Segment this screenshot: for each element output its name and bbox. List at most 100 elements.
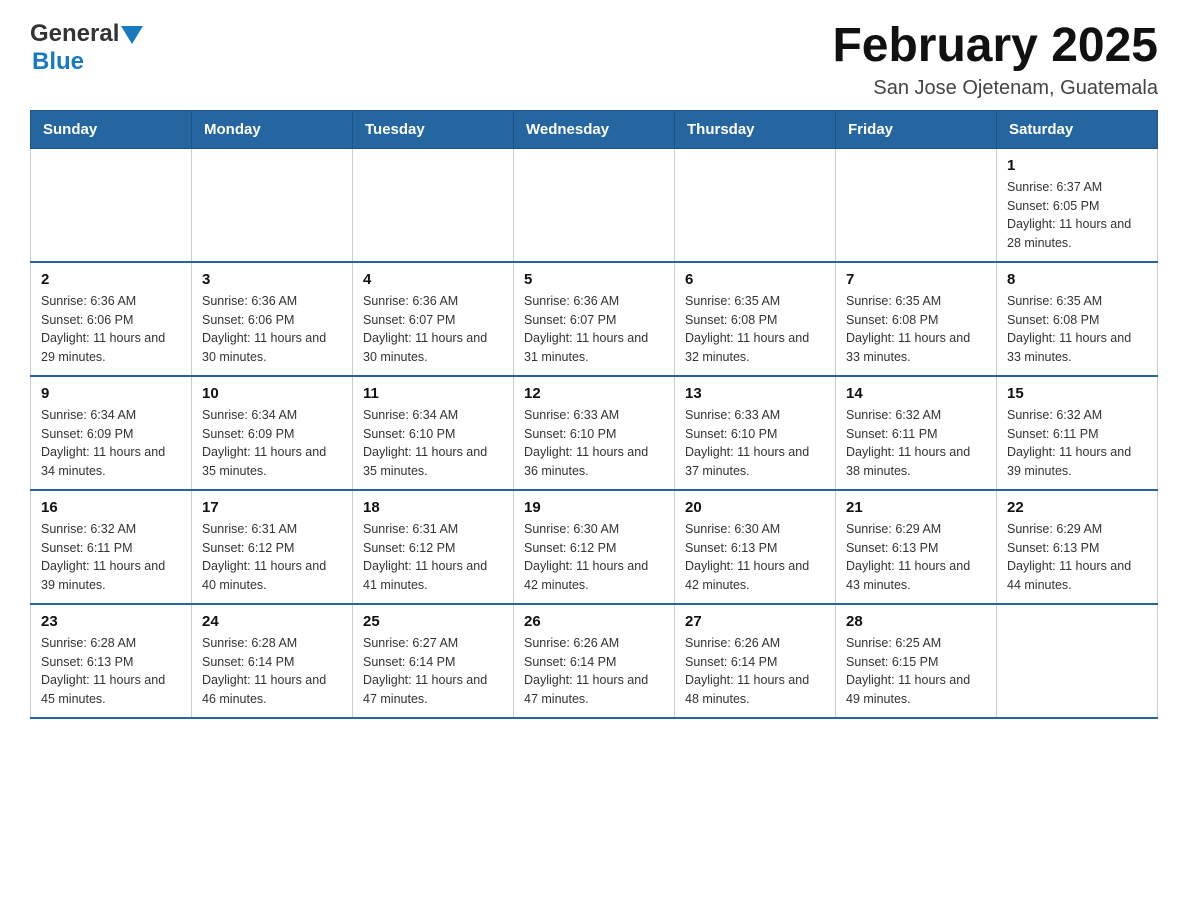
day-info: Sunrise: 6:33 AM Sunset: 6:10 PM Dayligh… xyxy=(524,406,664,481)
day-info: Sunrise: 6:31 AM Sunset: 6:12 PM Dayligh… xyxy=(202,520,342,595)
day-info: Sunrise: 6:34 AM Sunset: 6:09 PM Dayligh… xyxy=(202,406,342,481)
calendar-cell xyxy=(997,604,1158,718)
calendar-cell: 6 Sunrise: 6:35 AM Sunset: 6:08 PM Daylig… xyxy=(675,262,836,376)
calendar-cell: 23Sunrise: 6:28 AM Sunset: 6:13 PM Dayli… xyxy=(31,604,192,718)
day-info: Sunrise: 6:36 AM Sunset: 6:07 PM Dayligh… xyxy=(524,292,664,367)
header-thursday: Thursday xyxy=(675,110,836,148)
header-wednesday: Wednesday xyxy=(514,110,675,148)
calendar-cell xyxy=(675,148,836,262)
day-info: Sunrise: 6:32 AM Sunset: 6:11 PM Dayligh… xyxy=(846,406,986,481)
calendar-cell: 14 Sunrise: 6:32 AM Sunset: 6:11 PM Dayli… xyxy=(836,376,997,490)
day-info: Sunrise: 6:26 AM Sunset: 6:14 PM Dayligh… xyxy=(685,634,825,709)
calendar-cell xyxy=(192,148,353,262)
day-info: Sunrise: 6:26 AM Sunset: 6:14 PM Dayligh… xyxy=(524,634,664,709)
day-info: Sunrise: 6:30 AM Sunset: 6:13 PM Dayligh… xyxy=(685,520,825,595)
day-info: Sunrise: 6:29 AM Sunset: 6:13 PM Dayligh… xyxy=(846,520,986,595)
calendar-cell: 19Sunrise: 6:30 AM Sunset: 6:12 PM Dayli… xyxy=(514,490,675,604)
calendar-week-row: 1Sunrise: 6:37 AM Sunset: 6:05 PM Daylig… xyxy=(31,148,1158,262)
day-info: Sunrise: 6:32 AM Sunset: 6:11 PM Dayligh… xyxy=(1007,406,1147,481)
logo-general-text: General xyxy=(30,20,119,48)
calendar-subtitle: San Jose Ojetenam, Guatemala xyxy=(832,77,1158,100)
calendar-cell: 26 Sunrise: 6:26 AM Sunset: 6:14 PM Dayli… xyxy=(514,604,675,718)
calendar-cell xyxy=(31,148,192,262)
calendar-cell: 24Sunrise: 6:28 AM Sunset: 6:14 PM Dayli… xyxy=(192,604,353,718)
calendar-cell: 10 Sunrise: 6:34 AM Sunset: 6:09 PM Dayli… xyxy=(192,376,353,490)
day-number: 7 xyxy=(846,271,986,288)
calendar-cell: 2Sunrise: 6:36 AM Sunset: 6:06 PM Daylig… xyxy=(31,262,192,376)
day-info: Sunrise: 6:35 AM Sunset: 6:08 PM Dayligh… xyxy=(846,292,986,367)
day-number: 20 xyxy=(685,499,825,516)
day-number: 4 xyxy=(363,271,503,288)
calendar-week-row: 9 Sunrise: 6:34 AM Sunset: 6:09 PM Daylig… xyxy=(31,376,1158,490)
day-info: Sunrise: 6:34 AM Sunset: 6:10 PM Dayligh… xyxy=(363,406,503,481)
day-info: Sunrise: 6:36 AM Sunset: 6:07 PM Dayligh… xyxy=(363,292,503,367)
calendar-week-row: 23Sunrise: 6:28 AM Sunset: 6:13 PM Dayli… xyxy=(31,604,1158,718)
day-info: Sunrise: 6:32 AM Sunset: 6:11 PM Dayligh… xyxy=(41,520,181,595)
day-number: 11 xyxy=(363,385,503,402)
calendar-cell: 8 Sunrise: 6:35 AM Sunset: 6:08 PM Daylig… xyxy=(997,262,1158,376)
day-info: Sunrise: 6:25 AM Sunset: 6:15 PM Dayligh… xyxy=(846,634,986,709)
calendar-cell: 13 Sunrise: 6:33 AM Sunset: 6:10 PM Dayli… xyxy=(675,376,836,490)
calendar-cell: 27 Sunrise: 6:26 AM Sunset: 6:14 PM Dayli… xyxy=(675,604,836,718)
day-number: 15 xyxy=(1007,385,1147,402)
calendar-week-row: 2Sunrise: 6:36 AM Sunset: 6:06 PM Daylig… xyxy=(31,262,1158,376)
calendar-table: Sunday Monday Tuesday Wednesday Thursday… xyxy=(30,110,1158,719)
day-number: 18 xyxy=(363,499,503,516)
calendar-title: February 2025 xyxy=(832,20,1158,73)
calendar-cell: 11 Sunrise: 6:34 AM Sunset: 6:10 PM Dayli… xyxy=(353,376,514,490)
calendar-cell: 9 Sunrise: 6:34 AM Sunset: 6:09 PM Daylig… xyxy=(31,376,192,490)
calendar-cell: 22Sunrise: 6:29 AM Sunset: 6:13 PM Dayli… xyxy=(997,490,1158,604)
calendar-cell: 28 Sunrise: 6:25 AM Sunset: 6:15 PM Dayli… xyxy=(836,604,997,718)
day-info: Sunrise: 6:36 AM Sunset: 6:06 PM Dayligh… xyxy=(41,292,181,367)
day-number: 5 xyxy=(524,271,664,288)
day-number: 27 xyxy=(685,613,825,630)
calendar-cell: 17 Sunrise: 6:31 AM Sunset: 6:12 PM Dayli… xyxy=(192,490,353,604)
calendar-body: 1Sunrise: 6:37 AM Sunset: 6:05 PM Daylig… xyxy=(31,148,1158,718)
day-number: 10 xyxy=(202,385,342,402)
calendar-cell xyxy=(836,148,997,262)
logo-blue-text: Blue xyxy=(32,48,84,75)
calendar-cell: 1Sunrise: 6:37 AM Sunset: 6:05 PM Daylig… xyxy=(997,148,1158,262)
day-info: Sunrise: 6:36 AM Sunset: 6:06 PM Dayligh… xyxy=(202,292,342,367)
calendar-cell: 16Sunrise: 6:32 AM Sunset: 6:11 PM Dayli… xyxy=(31,490,192,604)
day-number: 19 xyxy=(524,499,664,516)
day-number: 26 xyxy=(524,613,664,630)
day-info: Sunrise: 6:34 AM Sunset: 6:09 PM Dayligh… xyxy=(41,406,181,481)
logo-triangle-icon xyxy=(121,26,143,44)
day-info: Sunrise: 6:37 AM Sunset: 6:05 PM Dayligh… xyxy=(1007,178,1147,253)
calendar-cell: 25 Sunrise: 6:27 AM Sunset: 6:14 PM Dayli… xyxy=(353,604,514,718)
calendar-cell: 5 Sunrise: 6:36 AM Sunset: 6:07 PM Daylig… xyxy=(514,262,675,376)
header-sunday: Sunday xyxy=(31,110,192,148)
day-number: 28 xyxy=(846,613,986,630)
calendar-cell: 12 Sunrise: 6:33 AM Sunset: 6:10 PM Dayli… xyxy=(514,376,675,490)
header-tuesday: Tuesday xyxy=(353,110,514,148)
day-info: Sunrise: 6:35 AM Sunset: 6:08 PM Dayligh… xyxy=(1007,292,1147,367)
day-info: Sunrise: 6:35 AM Sunset: 6:08 PM Dayligh… xyxy=(685,292,825,367)
calendar-cell: 21 Sunrise: 6:29 AM Sunset: 6:13 PM Dayli… xyxy=(836,490,997,604)
day-number: 17 xyxy=(202,499,342,516)
calendar-cell: 15 Sunrise: 6:32 AM Sunset: 6:11 PM Dayli… xyxy=(997,376,1158,490)
calendar-cell: 4 Sunrise: 6:36 AM Sunset: 6:07 PM Daylig… xyxy=(353,262,514,376)
day-number: 6 xyxy=(685,271,825,288)
calendar-header: Sunday Monday Tuesday Wednesday Thursday… xyxy=(31,110,1158,148)
day-number: 25 xyxy=(363,613,503,630)
calendar-cell xyxy=(514,148,675,262)
day-info: Sunrise: 6:29 AM Sunset: 6:13 PM Dayligh… xyxy=(1007,520,1147,595)
logo: General Blue xyxy=(30,20,143,76)
header-friday: Friday xyxy=(836,110,997,148)
day-number: 13 xyxy=(685,385,825,402)
header-saturday: Saturday xyxy=(997,110,1158,148)
day-info: Sunrise: 6:33 AM Sunset: 6:10 PM Dayligh… xyxy=(685,406,825,481)
day-number: 21 xyxy=(846,499,986,516)
day-info: Sunrise: 6:28 AM Sunset: 6:13 PM Dayligh… xyxy=(41,634,181,709)
day-number: 14 xyxy=(846,385,986,402)
day-number: 3 xyxy=(202,271,342,288)
day-number: 9 xyxy=(41,385,181,402)
day-number: 24 xyxy=(202,613,342,630)
page-header: General Blue February 2025 San Jose Ojet… xyxy=(30,20,1158,100)
day-number: 8 xyxy=(1007,271,1147,288)
calendar-cell: 20 Sunrise: 6:30 AM Sunset: 6:13 PM Dayli… xyxy=(675,490,836,604)
header-monday: Monday xyxy=(192,110,353,148)
day-number: 12 xyxy=(524,385,664,402)
day-info: Sunrise: 6:27 AM Sunset: 6:14 PM Dayligh… xyxy=(363,634,503,709)
